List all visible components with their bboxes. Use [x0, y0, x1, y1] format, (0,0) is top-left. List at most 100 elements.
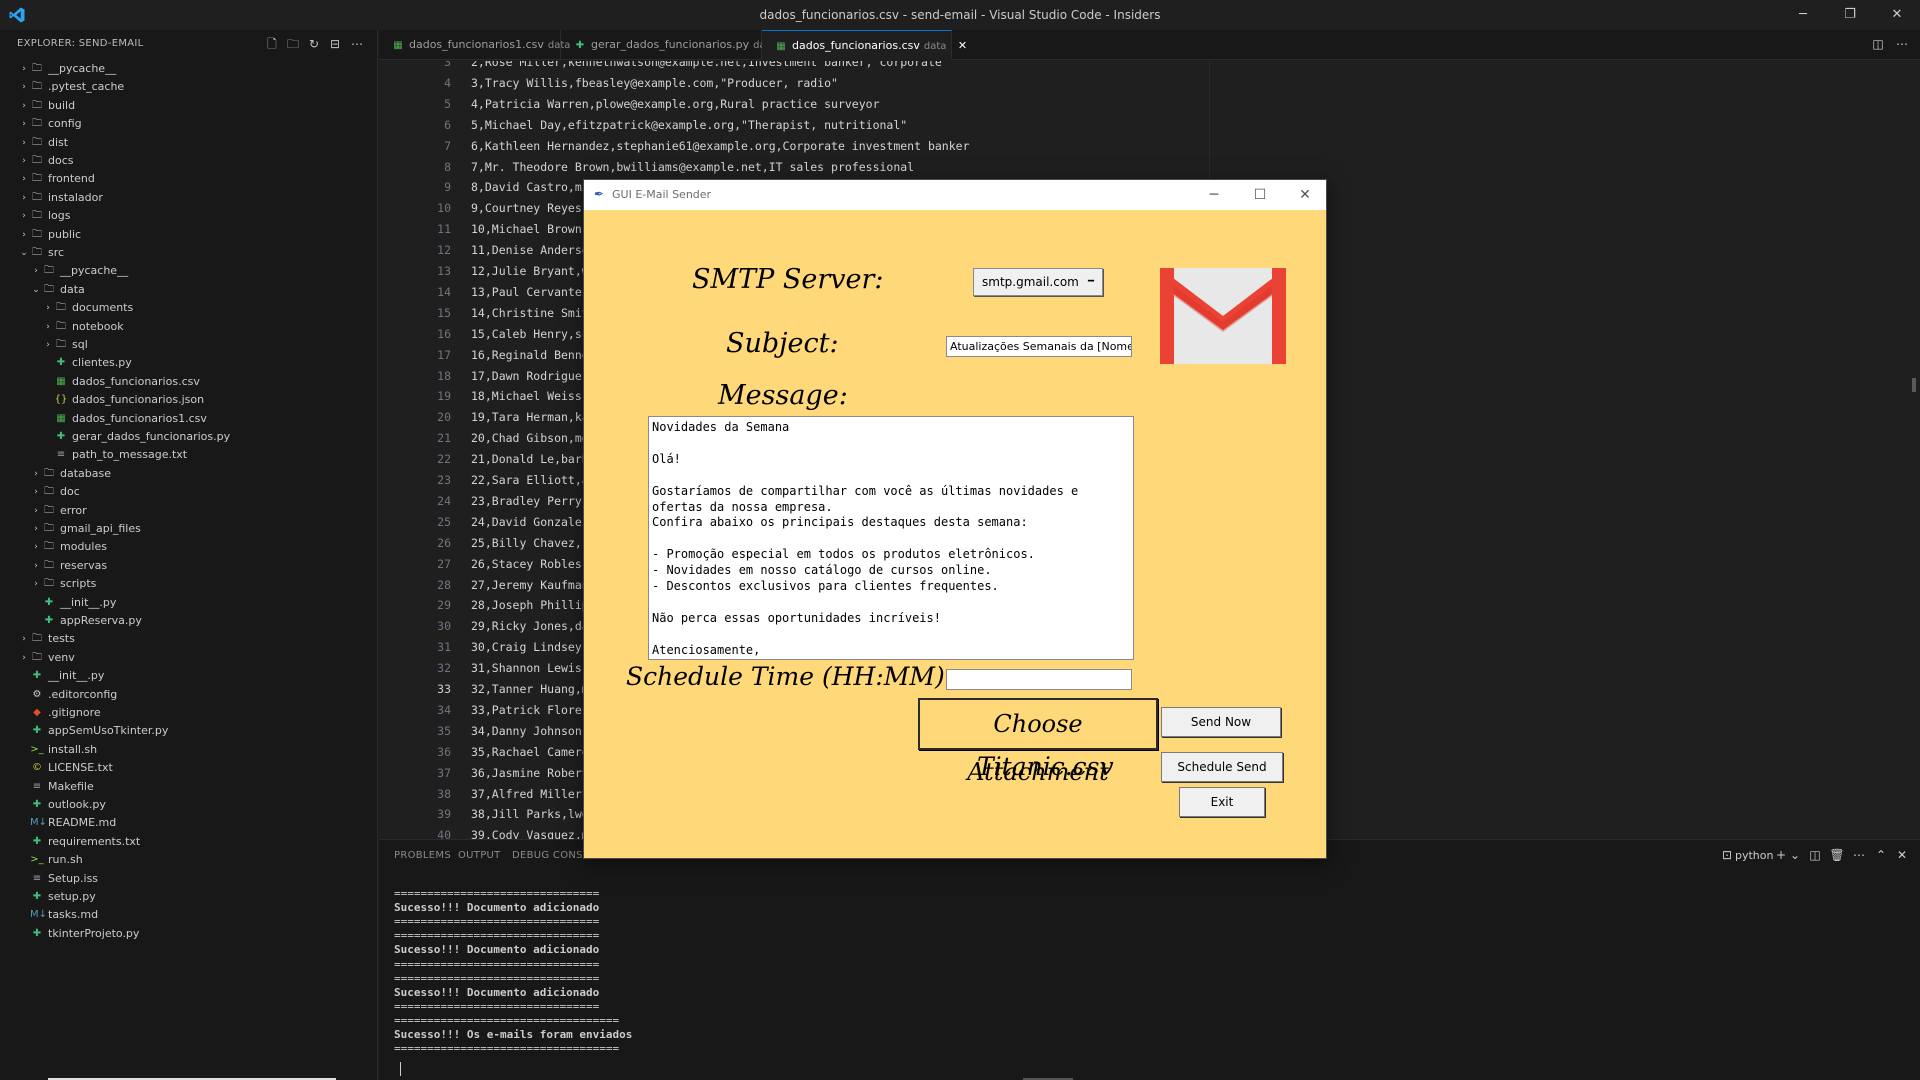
folder-item[interactable]: › 🗀 sql — [0, 336, 378, 354]
file-item[interactable]: ▦ dados_funcionarios1.csv — [0, 410, 378, 428]
choose-attachment-button[interactable]: Choose Attachment — [918, 698, 1158, 786]
file-item[interactable]: M↓ README.md — [0, 814, 378, 832]
file-tree-label: .editorconfig — [48, 687, 118, 701]
send-now-button[interactable]: Send Now — [1161, 707, 1281, 737]
editor-tab[interactable]: ▦ dados_funcionarios.csv data ✕ — [762, 30, 967, 60]
folder-item[interactable]: › 🗀 database — [0, 465, 378, 483]
folder-item[interactable]: › 🗀 error — [0, 502, 378, 520]
folder-item[interactable]: › 🗀 build — [0, 97, 378, 115]
split-editor-icon[interactable]: ◫ — [1870, 36, 1886, 52]
editor-tab[interactable]: ▦ dados_funcionarios1.csv data — [379, 30, 570, 60]
app-minimize-button[interactable]: ─ — [1194, 184, 1234, 206]
file-item[interactable]: ✚ outlook.py — [0, 796, 378, 814]
folder-item[interactable]: › 🗀 scripts — [0, 575, 378, 593]
line-number: 12 — [437, 243, 451, 258]
folder-item[interactable]: › 🗀 dist — [0, 134, 378, 152]
tab-problems[interactable]: PROBLEMS — [394, 850, 451, 861]
restore-button[interactable]: ❐ — [1827, 4, 1873, 26]
folder-item[interactable]: › 🗀 public — [0, 226, 378, 244]
message-line: Confira abaixo os principais destaques d… — [652, 515, 1028, 530]
new-file-icon[interactable]: 🗋 — [264, 36, 280, 52]
attachment-filename: Titanic.csv — [977, 752, 1114, 781]
file-item[interactable]: >_ run.sh — [0, 851, 378, 869]
file-item[interactable]: ✚ setup.py — [0, 888, 378, 906]
trash-icon[interactable]: 🗑 — [1829, 847, 1845, 863]
line-number: 34 — [437, 702, 451, 717]
folder-item[interactable]: › 🗀 venv — [0, 649, 378, 667]
file-item[interactable]: M↓ tasks.md — [0, 906, 378, 924]
file-item[interactable]: ≡ path_to_message.txt — [0, 446, 378, 464]
folder-item[interactable]: › 🗀 reservas — [0, 557, 378, 575]
folder-item[interactable]: › 🗀 gmail_api_files — [0, 520, 378, 538]
file-item[interactable]: ✚ gerar_dados_funcionarios.py — [0, 428, 378, 446]
schedule-time-input[interactable] — [946, 669, 1132, 690]
more-icon[interactable]: ⋯ — [1851, 847, 1867, 863]
file-item[interactable]: ✚ appReserva.py — [0, 612, 378, 630]
file-item[interactable]: ✚ appSemUsoTkinter.py — [0, 722, 378, 740]
line-text: 3,Tracy Willis,fbeasley@example.com,"Pro… — [471, 75, 838, 90]
folder-item[interactable]: › 🗀 logs — [0, 207, 378, 225]
folder-item[interactable]: ⌄ 🗀 src — [0, 244, 378, 262]
scrollbar-thumb[interactable] — [1912, 378, 1916, 392]
smtp-server-dropdown[interactable]: smtp.gmail.com ━ — [973, 268, 1103, 296]
md-file-icon: M↓ — [30, 817, 48, 829]
file-item[interactable]: ✚ requirements.txt — [0, 833, 378, 851]
folder-item[interactable]: › 🗀 config — [0, 115, 378, 133]
chevron-down-icon[interactable]: ⌄ — [1787, 847, 1803, 863]
file-item[interactable]: ✚ __init__.py — [0, 667, 378, 685]
folder-item[interactable]: › 🗀 documents — [0, 299, 378, 317]
file-tree-label: frontend — [48, 172, 95, 186]
csv-file-icon: ▦ — [776, 41, 786, 52]
folder-item[interactable]: › 🗀 tests — [0, 630, 378, 648]
folder-item[interactable]: › 🗀 notebook — [0, 318, 378, 336]
file-tree-label: dist — [48, 135, 69, 149]
folder-item[interactable]: ⌄ 🗀 data — [0, 281, 378, 299]
file-item[interactable]: ✚ __init__.py — [0, 594, 378, 612]
folder-item[interactable]: › 🗀 instalador — [0, 189, 378, 207]
file-item[interactable]: >_ install.sh — [0, 741, 378, 759]
new-folder-icon[interactable]: 🗀 — [285, 36, 301, 52]
folder-item[interactable]: › 🗀 doc — [0, 483, 378, 501]
file-item[interactable]: ◆ .gitignore — [0, 704, 378, 722]
tab-label: dados_funcionarios1.csv — [409, 38, 544, 51]
folder-item[interactable]: › 🗀 modules — [0, 538, 378, 556]
file-item[interactable]: {} dados_funcionarios.json — [0, 391, 378, 409]
file-tree-label: dados_funcionarios.json — [72, 393, 205, 407]
file-item[interactable]: ✚ tkinterProjeto.py — [0, 925, 378, 943]
folder-item[interactable]: › 🗀 __pycache__ — [0, 262, 378, 280]
collapse-icon[interactable]: ⊟ — [327, 36, 343, 52]
message-textarea[interactable]: Novidades da Semana Olá! Gostaríamos de co… — [648, 416, 1134, 660]
file-tree-label: LICENSE.txt — [48, 761, 113, 775]
minimize-button[interactable]: ─ — [1780, 4, 1826, 26]
folder-item[interactable]: › 🗀 .pytest_cache — [0, 78, 378, 96]
app-close-button[interactable]: ✕ — [1285, 184, 1325, 206]
split-terminal-icon[interactable]: ◫ — [1807, 847, 1823, 863]
file-item[interactable]: ≡ Setup.iss — [0, 870, 378, 888]
terminal-name[interactable]: python — [1735, 849, 1773, 862]
file-item[interactable]: ✚ clientes.py — [0, 354, 378, 372]
editor-tab[interactable]: ✚gerar_dados_funcionarios.pydata — [561, 30, 776, 60]
more-actions-icon[interactable]: ⋯ — [1894, 36, 1910, 52]
close-button[interactable]: ✕ — [1874, 4, 1920, 26]
schedule-send-button[interactable]: Schedule Send — [1161, 752, 1283, 782]
file-item[interactable]: ▦ dados_funcionarios.csv — [0, 373, 378, 391]
file-item[interactable]: ≡ Makefile — [0, 778, 378, 796]
more-icon[interactable]: ⋯ — [349, 36, 365, 52]
exit-button[interactable]: Exit — [1179, 787, 1265, 817]
file-item[interactable]: © LICENSE.txt — [0, 759, 378, 777]
file-tree-label: appSemUsoTkinter.py — [48, 724, 169, 738]
close-tab-icon[interactable]: ✕ — [954, 39, 967, 52]
file-item[interactable]: ⚙ .editorconfig — [0, 686, 378, 704]
folder-item[interactable]: › 🗀 docs — [0, 152, 378, 170]
refresh-icon[interactable]: ↻ — [306, 36, 322, 52]
subject-input[interactable]: Atualizações Semanais da [Nome d — [946, 336, 1132, 357]
chevron-up-icon[interactable]: ⌃ — [1873, 847, 1889, 863]
terminal-line: ================================== — [394, 1013, 620, 1027]
folder-item[interactable]: › 🗀 frontend — [0, 170, 378, 188]
close-panel-icon[interactable]: ✕ — [1894, 847, 1910, 863]
app-maximize-button[interactable]: ☐ — [1240, 184, 1280, 206]
folder-item[interactable]: › 🗀 __pycache__ — [0, 60, 378, 78]
tab-output[interactable]: OUTPUT — [458, 850, 501, 861]
line-number: 4 — [444, 75, 451, 90]
txt-file-icon: ≡ — [32, 780, 42, 792]
